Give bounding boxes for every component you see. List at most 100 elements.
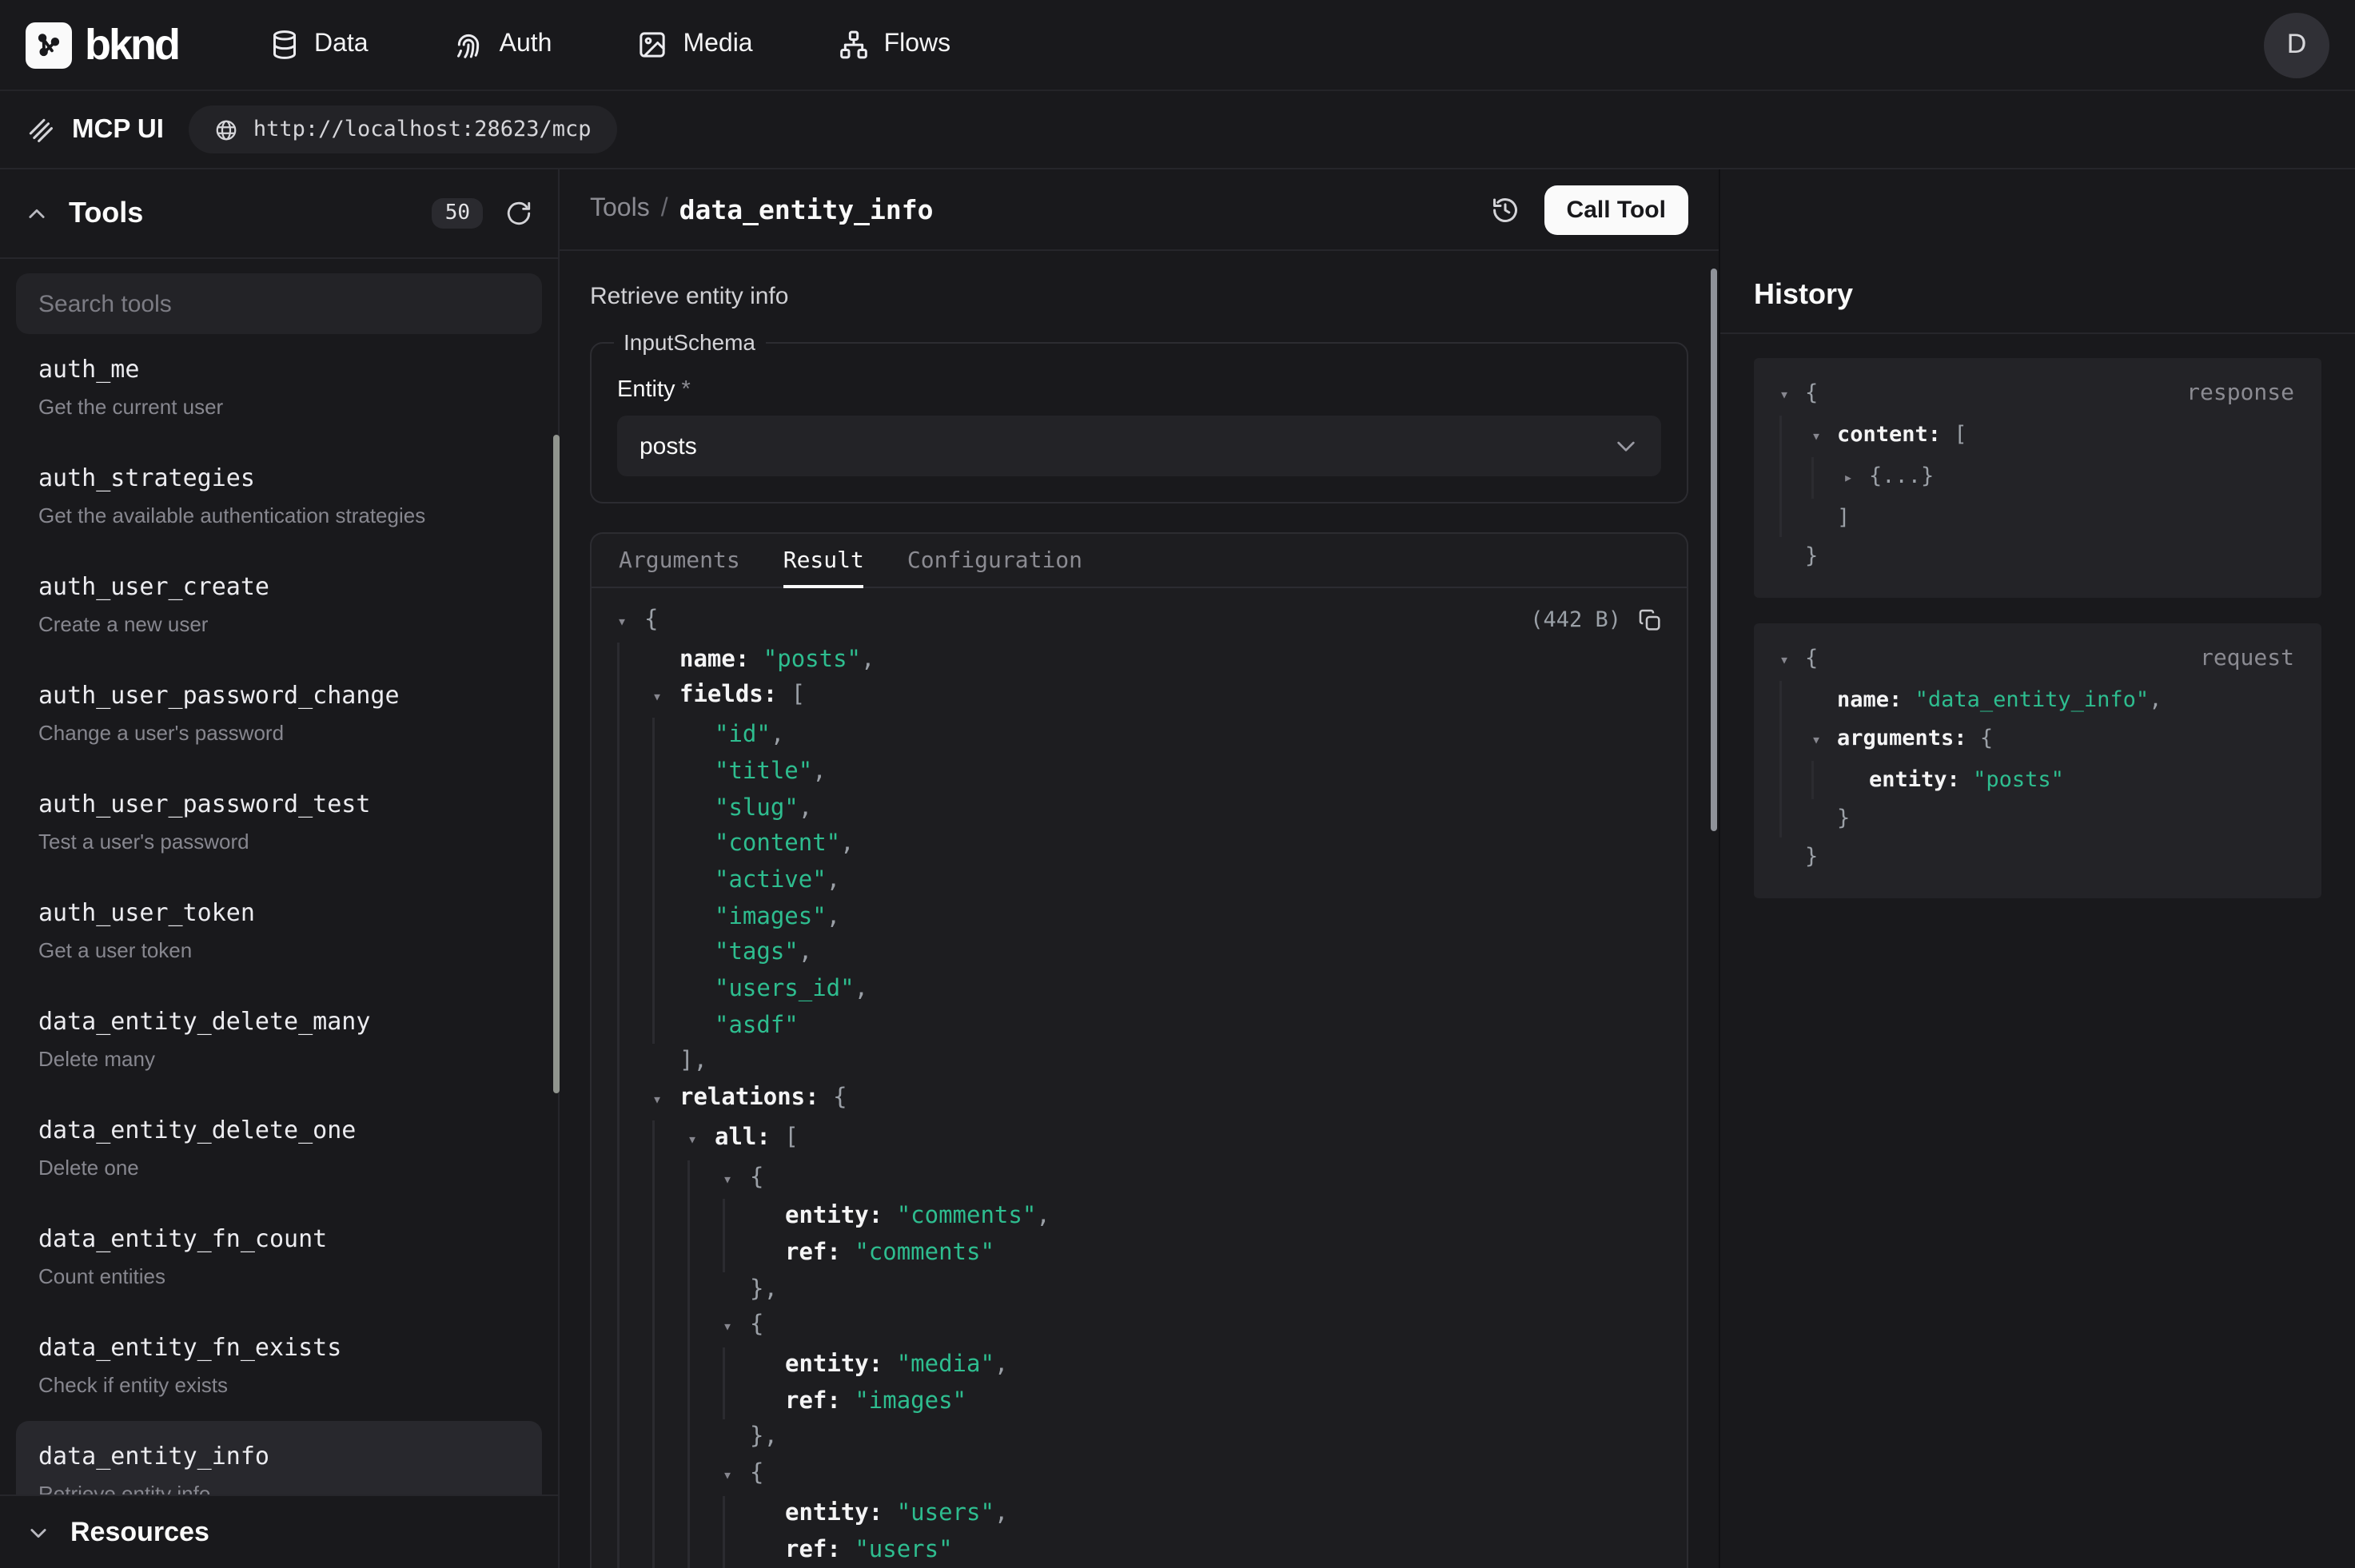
bknd-logo[interactable]: bknd — [26, 20, 178, 70]
tool-name: auth_strategies — [38, 464, 520, 492]
tool-list-item[interactable]: auth_strategies Get the available authen… — [16, 443, 542, 551]
resources-section-title: Resources — [70, 1516, 209, 1548]
mcp-title: MCP UI — [72, 114, 164, 145]
nav-label: Flows — [884, 30, 951, 59]
tool-detail-panel: Tools / data_entity_info Call Tool Retri… — [560, 169, 1719, 1568]
result-json-viewer: (442 B) ▾{name: "posts",▾fields: ["id","… — [592, 588, 1687, 1568]
tool-description: Change a user's password — [38, 721, 520, 745]
tools-count-badge: 50 — [432, 198, 483, 229]
tool-list-item[interactable]: auth_me Get the current user — [16, 334, 542, 443]
tools-list-container: auth_me Get the current user auth_strate… — [0, 259, 558, 1494]
bknd-logo-icon — [26, 22, 72, 68]
tool-list-item[interactable]: data_entity_fn_count Count entities — [16, 1204, 542, 1312]
tool-description: Get the current user — [38, 395, 520, 419]
input-schema-legend: InputSchema — [614, 329, 765, 355]
nav-label: Auth — [500, 30, 552, 59]
tab-configuration[interactable]: Configuration — [907, 534, 1082, 587]
nav-item-data[interactable]: Data — [268, 29, 369, 61]
required-marker: * — [682, 377, 691, 403]
call-tool-button[interactable]: Call Tool — [1544, 185, 1688, 234]
nav-item-media[interactable]: Media — [636, 29, 752, 61]
entity-field-label: Entity* — [617, 377, 1661, 403]
tool-name: data_entity_delete_one — [38, 1116, 520, 1144]
nav-item-flows[interactable]: Flows — [838, 29, 951, 61]
history-entries: response ▾{▾content: [▸{...}]} request ▾… — [1720, 334, 2355, 922]
tool-name: data_entity_fn_count — [38, 1224, 520, 1253]
breadcrumb-section[interactable]: Tools — [590, 195, 650, 224]
nav-label: Data — [314, 30, 369, 59]
main-panel-scrollbar[interactable] — [1711, 269, 1716, 831]
database-icon — [268, 29, 300, 61]
history-entry-response[interactable]: response ▾{▾content: [▸{...}]} — [1754, 358, 2321, 598]
tools-sidebar: Tools 50 auth_me Get the current user au… — [0, 169, 560, 1568]
mcp-header-bar: MCP UI http://localhost:28623/mcp — [0, 91, 2355, 169]
tool-list-item[interactable]: auth_user_token Get a user token — [16, 878, 542, 986]
tool-description: Delete many — [38, 1047, 520, 1071]
history-entry-type-label: response — [2186, 374, 2294, 412]
tools-list: auth_me Get the current user auth_strate… — [16, 334, 542, 1494]
tool-description-text: Retrieve entity info — [590, 283, 1688, 310]
tool-name: auth_user_password_change — [38, 681, 520, 710]
chevron-up-icon — [26, 202, 48, 225]
history-title: History — [1754, 278, 1853, 312]
entity-select-value: posts — [640, 432, 697, 460]
tool-description: Test a user's password — [38, 830, 520, 854]
tool-detail-content: Retrieve entity info InputSchema Entity*… — [560, 251, 1719, 1568]
tool-description: Delete one — [38, 1156, 520, 1180]
tool-name: auth_user_create — [38, 572, 520, 601]
tool-description: Get the available authentication strateg… — [38, 503, 520, 527]
tool-list-item[interactable]: auth_user_password_test Test a user's pa… — [16, 769, 542, 878]
search-tools-input[interactable] — [16, 273, 542, 334]
tool-name: data_entity_info — [38, 1442, 520, 1470]
mcp-icon — [26, 114, 56, 145]
user-avatar[interactable]: D — [2264, 12, 2329, 78]
result-tabs: Arguments Result Configuration — [592, 534, 1687, 588]
copy-icon[interactable] — [1637, 608, 1663, 634]
tools-section-header[interactable]: Tools 50 — [0, 169, 558, 259]
fingerprint-icon — [453, 29, 485, 61]
sidebar-scrollbar[interactable] — [553, 435, 559, 1093]
tab-arguments[interactable]: Arguments — [619, 534, 740, 587]
tool-name: auth_user_token — [38, 898, 520, 927]
bknd-logo-text: bknd — [85, 20, 178, 70]
history-header: History — [1720, 169, 2355, 334]
tool-list-item[interactable]: data_entity_delete_many Delete many — [16, 986, 542, 1095]
tool-list-item[interactable]: auth_user_create Create a new user — [16, 551, 542, 660]
image-icon — [636, 29, 668, 61]
main-nav: Data Auth Media — [268, 29, 950, 61]
tool-description: Count entities — [38, 1264, 520, 1288]
result-size-label: (442 B) — [1530, 603, 1621, 639]
tool-detail-header: Tools / data_entity_info Call Tool — [560, 169, 1719, 251]
resources-section-header[interactable]: Resources — [0, 1494, 558, 1568]
tool-list-item[interactable]: data_entity_info Retrieve entity info — [16, 1421, 542, 1494]
breadcrumb-separator: / — [661, 195, 668, 224]
globe-icon — [215, 117, 239, 141]
mcp-url-pill[interactable]: http://localhost:28623/mcp — [189, 105, 617, 153]
tool-description: Get a user token — [38, 938, 520, 962]
tool-list-item[interactable]: data_entity_delete_one Delete one — [16, 1095, 542, 1204]
tool-name: auth_me — [38, 355, 520, 384]
chevron-down-icon — [27, 1521, 50, 1543]
nav-item-auth[interactable]: Auth — [453, 29, 552, 61]
tool-description: Retrieve entity info — [38, 1482, 520, 1494]
nav-label: Media — [683, 30, 752, 59]
entity-select[interactable]: posts — [617, 416, 1661, 476]
top-nav-bar: bknd Data Auth — [0, 0, 2355, 91]
mcp-url: http://localhost:28623/mcp — [253, 117, 592, 142]
input-schema-fieldset: InputSchema Entity* posts — [590, 329, 1688, 503]
chevron-down-icon — [1613, 433, 1639, 459]
refresh-icon[interactable] — [505, 200, 532, 227]
tab-result[interactable]: Result — [783, 534, 864, 587]
tool-list-item[interactable]: auth_user_password_change Change a user'… — [16, 660, 542, 769]
result-panel: Arguments Result Configuration (442 B) ▾{n… — [590, 532, 1688, 1568]
breadcrumb: Tools / data_entity_info — [590, 194, 934, 225]
tools-section-title: Tools — [69, 197, 143, 230]
workflow-icon — [838, 29, 870, 61]
mcp-ui-app: bknd Data Auth — [0, 0, 2355, 1568]
tool-name: auth_user_password_test — [38, 790, 520, 818]
history-entry-type-label: request — [2200, 639, 2294, 678]
history-icon[interactable] — [1490, 194, 1520, 225]
tool-list-item[interactable]: data_entity_fn_exists Check if entity ex… — [16, 1312, 542, 1421]
result-json-code[interactable]: ▾{name: "posts",▾fields: ["id","title","… — [617, 603, 1661, 1568]
history-entry-request[interactable]: request ▾{name: "data_entity_info",▾argu… — [1754, 623, 2321, 898]
